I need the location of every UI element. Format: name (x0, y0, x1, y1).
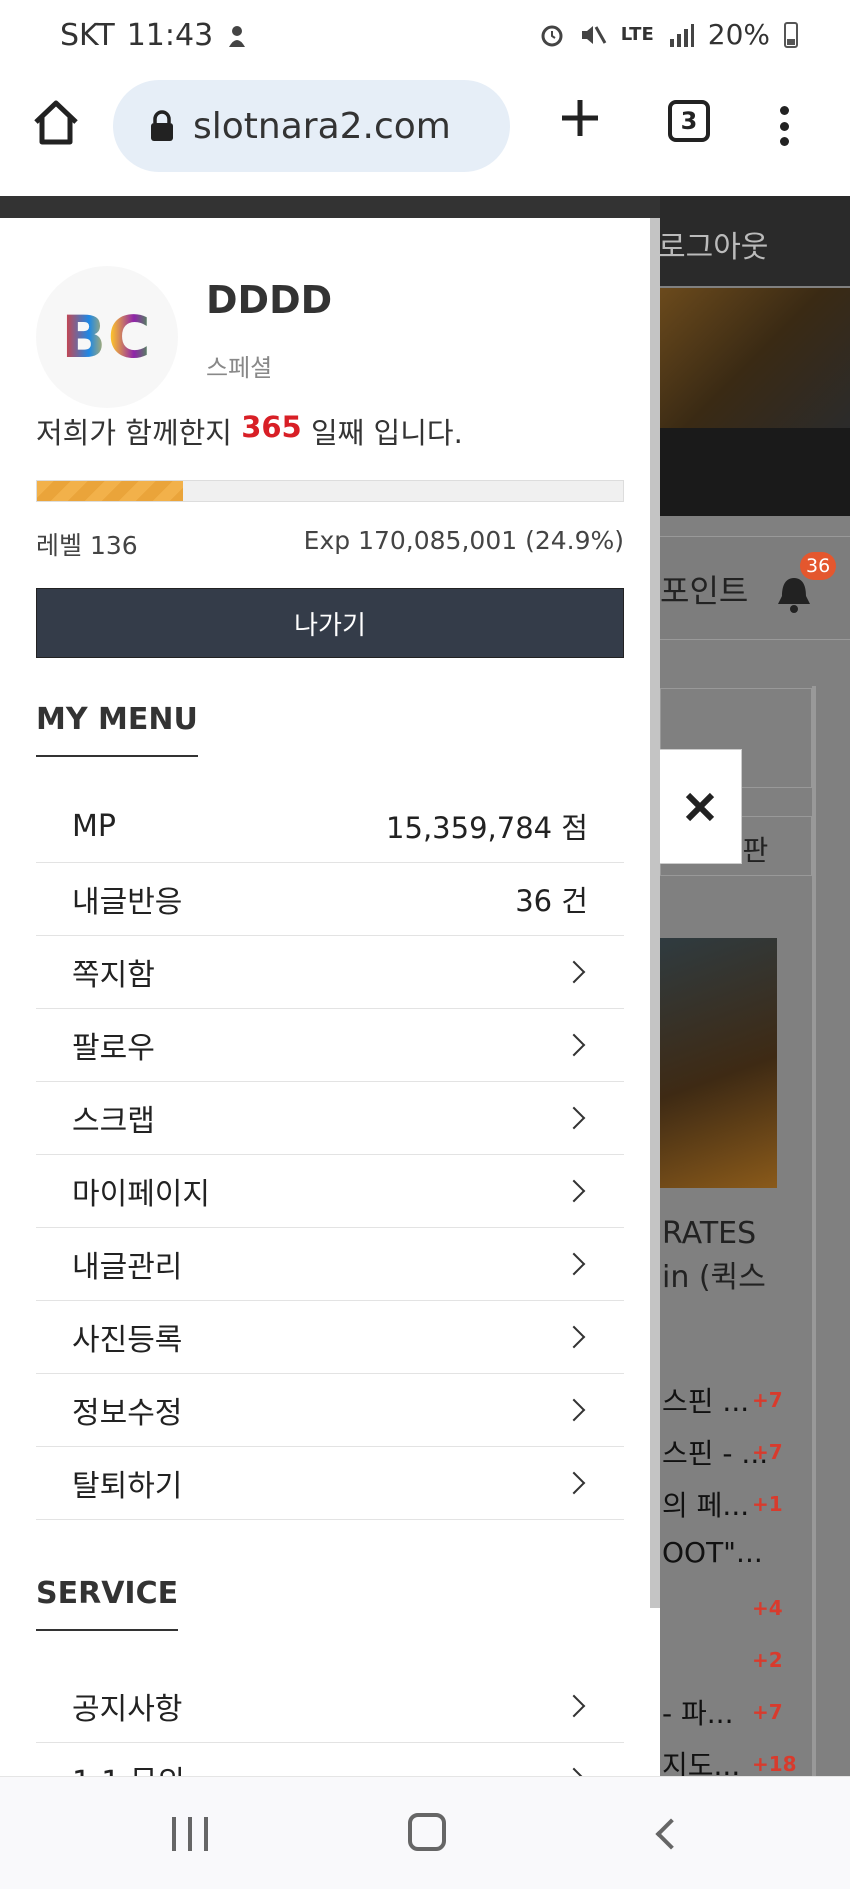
username: DDDD (206, 278, 333, 322)
logout-button[interactable]: 나가기 (36, 588, 624, 658)
avatar[interactable]: BC (36, 266, 178, 408)
battery-percent: 20% (707, 18, 770, 51)
notification-badge: 36 (800, 552, 837, 580)
user-drawer: BC DDDD 스페셜 저희가 함께한지 365 일째 입니다. 레벨 136 … (0, 196, 660, 1776)
menu-item-withdraw[interactable]: 탈퇴하기 (36, 1447, 624, 1520)
menu-item-messages[interactable]: 쪽지함 (36, 936, 624, 1009)
user-grade: 스페셜 (206, 354, 273, 382)
status-bar: SKT 11:43 LTE 20% (0, 0, 850, 76)
menu-item-label: 팔로우 (72, 1031, 155, 1066)
menu-item-label: 탈퇴하기 (72, 1469, 183, 1504)
bg-feed-list: 스핀 ... +7 스핀 - ... +7 의 페... +1 OOT"... +4 … (662, 1380, 797, 1776)
list-item: - 파... +7 (662, 1697, 783, 1730)
my-menu-title: MY MENU (36, 702, 198, 757)
menu-item-reactions[interactable]: 내글반응 36 건 (36, 863, 624, 936)
menu-item-inquiry[interactable]: 1:1 문의 (36, 1743, 624, 1776)
menu-item-photo[interactable]: 사진등록 (36, 1301, 624, 1374)
service-menu-list: 공지사항 1:1 문의 (36, 1670, 624, 1776)
bg-game-subtitle: in (퀵스 (662, 1260, 766, 1295)
menu-item-label: 정보수정 (72, 1396, 183, 1431)
more-options-icon[interactable] (776, 106, 792, 146)
chevron-right-icon (562, 1694, 586, 1718)
service-title: SERVICE (36, 1576, 179, 1631)
menu-item-mp[interactable]: MP 15,359,784 점 (36, 790, 624, 863)
menu-item-label: MP (72, 808, 116, 844)
close-drawer-button[interactable] (657, 749, 742, 864)
my-menu-list: MP 15,359,784 점 내글반응 36 건 쪽지함 팔로우 스크랩 마이… (36, 790, 624, 1520)
reactions-value: 36 건 (515, 884, 588, 918)
mp-value: 15,359,784 점 (386, 811, 588, 845)
bg-game-title: RATES (662, 1216, 757, 1251)
chevron-right-icon (562, 1106, 586, 1130)
bg-point-tab: 포인트 (660, 572, 749, 610)
menu-item-scrap[interactable]: 스크랩 (36, 1082, 624, 1155)
battery-icon (784, 21, 798, 48)
signal-icon (669, 23, 694, 47)
clock: 11:43 (126, 18, 214, 53)
home-icon[interactable] (30, 96, 82, 148)
membership-days: 저희가 함께한지 365 일째 입니다. (36, 410, 463, 450)
menu-item-mypage[interactable]: 마이페이지 (36, 1155, 624, 1228)
chevron-right-icon (562, 1033, 586, 1057)
menu-item-label: 사진등록 (72, 1323, 183, 1358)
close-icon (685, 792, 714, 821)
list-item: OOT"... (662, 1536, 763, 1569)
chevron-right-icon (562, 1398, 586, 1422)
address-bar[interactable]: slotnara2.com (113, 80, 510, 172)
mute-icon (581, 25, 606, 44)
exp-label: Exp 170,085,001 (24.9%) (303, 526, 624, 555)
home-nav-icon[interactable] (408, 1813, 446, 1851)
browser-toolbar: slotnara2.com 3 (0, 76, 850, 196)
system-nav-bar (0, 1776, 850, 1889)
chevron-right-icon (562, 1179, 586, 1203)
menu-item-follow[interactable]: 팔로우 (36, 1009, 624, 1082)
drawer-scrollbar[interactable] (650, 218, 660, 1608)
list-item: +4 (752, 1596, 783, 1620)
chevron-right-icon (562, 1252, 586, 1276)
menu-item-notice[interactable]: 공지사항 (36, 1670, 624, 1743)
menu-item-my-posts[interactable]: 내글관리 (36, 1228, 624, 1301)
menu-item-label: 내글관리 (72, 1250, 183, 1285)
level-label: 레벨 136 (36, 531, 138, 560)
bell-icon (778, 578, 810, 613)
exp-progress-bar (36, 480, 624, 502)
avatar-text: BC (61, 303, 153, 371)
days-count: 365 (241, 410, 302, 444)
alarm-icon (541, 25, 563, 46)
chevron-right-icon (562, 1767, 586, 1776)
list-item: 스핀 - ... +7 (662, 1437, 783, 1470)
lock-icon (151, 110, 173, 141)
list-item: 지도... +18 (662, 1749, 797, 1776)
tab-switcher-button[interactable]: 3 (668, 100, 710, 142)
bg-game-thumbnail (660, 938, 777, 1188)
menu-item-label: 마이페이지 (72, 1177, 210, 1212)
chevron-right-icon (562, 960, 586, 984)
back-icon[interactable] (655, 1818, 687, 1850)
menu-item-label: 스크랩 (72, 1104, 155, 1139)
menu-item-label: 내글반응 (72, 885, 183, 920)
menu-item-label: 1:1 문의 (72, 1757, 185, 1776)
new-tab-icon[interactable] (558, 96, 602, 140)
list-item: 의 페... +1 (662, 1489, 783, 1522)
recent-apps-icon[interactable] (172, 1817, 208, 1851)
network-type: LTE (620, 24, 654, 45)
list-item: 스핀 ... +7 (662, 1385, 783, 1418)
url-text: slotnara2.com (193, 105, 451, 147)
menu-item-label: 쪽지함 (72, 958, 155, 993)
carrier-label: SKT (60, 18, 115, 53)
bg-banner-image (660, 288, 850, 428)
exp-progress-fill (37, 481, 183, 501)
menu-item-label: 공지사항 (72, 1692, 183, 1727)
menu-item-edit-info[interactable]: 정보수정 (36, 1374, 624, 1447)
notification-icon (229, 25, 246, 47)
bg-logout-link: 로그아웃 (658, 230, 769, 265)
chevron-right-icon (562, 1325, 586, 1349)
chevron-right-icon (562, 1471, 586, 1495)
list-item: +2 (752, 1648, 783, 1672)
